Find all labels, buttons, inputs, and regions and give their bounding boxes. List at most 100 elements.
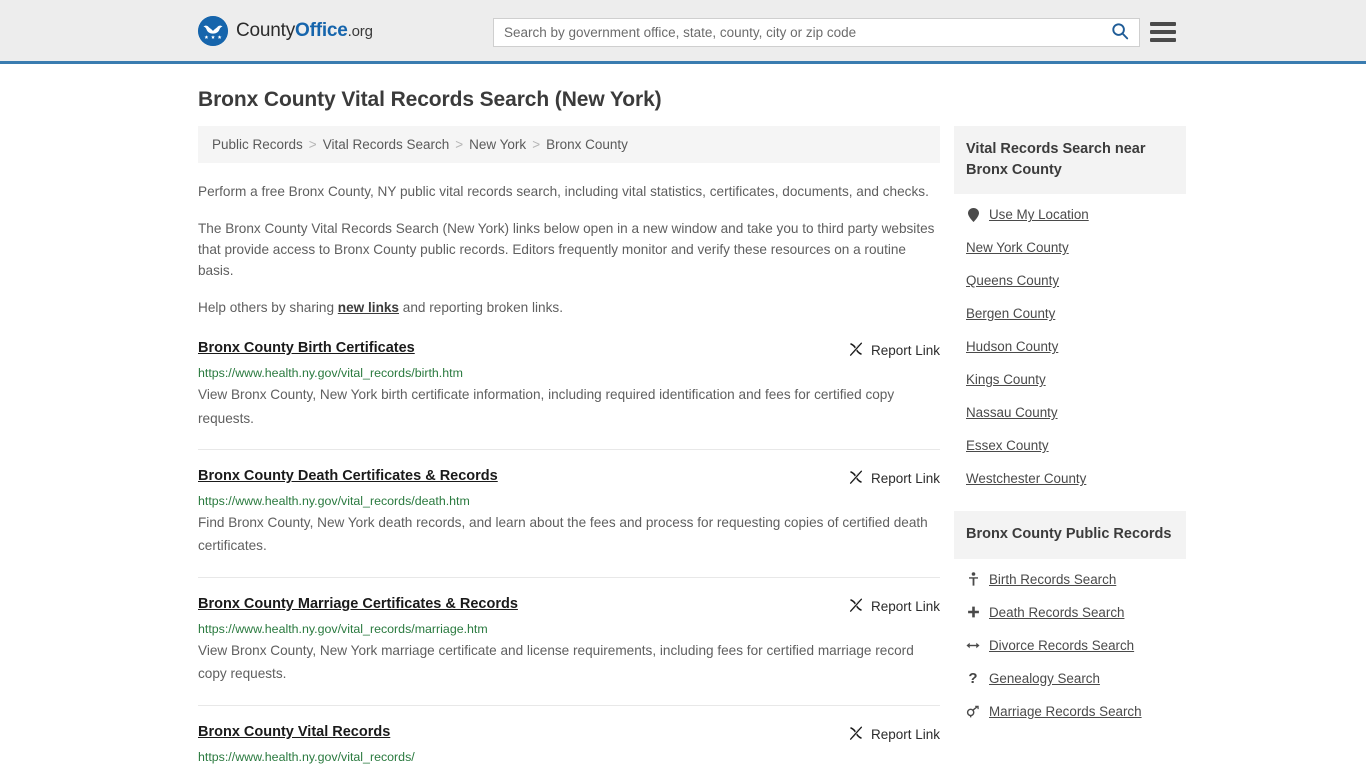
sidebar-item-genealogy-search[interactable]: ? Genealogy Search <box>954 662 1186 695</box>
result-item: Bronx County Death Certificates & Record… <box>198 468 940 578</box>
sidebar-item-use-my-location[interactable]: Use My Location <box>954 198 1186 231</box>
sidebar-link[interactable]: Queens County <box>966 273 1059 288</box>
result-header: Bronx County Birth Certificates Report L… <box>198 340 940 360</box>
brand-part-county: County <box>236 19 296 41</box>
mars-venus-icon <box>966 705 980 718</box>
breadcrumb: Public Records > Vital Records Search > … <box>198 126 940 163</box>
sidebar-item-birth-records-search[interactable]: Birth Records Search <box>954 563 1186 596</box>
result-url: https://www.health.ny.gov/vital_records/ <box>198 749 415 764</box>
sidebar: Vital Records Search near Bronx County U… <box>954 126 1186 734</box>
report-link-button[interactable]: Report Link <box>848 469 940 488</box>
report-link-button[interactable]: Report Link <box>848 725 940 744</box>
sidebar-nearby-list: Use My Location New York County Queens C… <box>954 194 1186 501</box>
page-title: Bronx County Vital Records Search (New Y… <box>198 88 662 111</box>
map-pin-icon <box>966 207 980 222</box>
intro-p3-before: Help others by sharing <box>198 300 338 316</box>
content-columns: Public Records > Vital Records Search > … <box>198 126 1186 768</box>
result-item: Bronx County Marriage Certificates & Rec… <box>198 596 940 706</box>
question-mark-icon: ? <box>968 669 978 687</box>
broken-link-icon <box>848 469 864 488</box>
result-header: Bronx County Death Certificates & Record… <box>198 468 940 488</box>
result-header: Bronx County Vital Records Report Link <box>198 724 940 744</box>
result-url: https://www.health.ny.gov/vital_records/… <box>198 621 488 636</box>
sidebar-link[interactable]: Bergen County <box>966 306 1055 321</box>
result-description: Find Bronx County, New York death record… <box>198 515 928 554</box>
sidebar-link[interactable]: Birth Records Search <box>989 572 1116 587</box>
hamburger-bar <box>1150 30 1176 34</box>
brand-part-office: Office <box>295 19 348 41</box>
search-button[interactable] <box>1101 19 1139 46</box>
intro-paragraph-2: The Bronx County Vital Records Search (N… <box>198 221 935 279</box>
sidebar-item-westchester-county[interactable]: Westchester County <box>954 462 1186 495</box>
report-link-label: Report Link <box>870 598 940 614</box>
result-url: https://www.health.ny.gov/vital_records/… <box>198 366 463 381</box>
result-title-link[interactable]: Bronx County Birth Certificates <box>198 340 415 356</box>
report-link-button[interactable]: Report Link <box>848 597 940 616</box>
sidebar-link[interactable]: Westchester County <box>966 471 1086 486</box>
broken-link-icon <box>848 341 864 360</box>
sidebar-item-nassau-county[interactable]: Nassau County <box>954 396 1186 429</box>
intro-text: Perform a free Bronx County, NY public v… <box>198 181 940 318</box>
result-title-link[interactable]: Bronx County Death Certificates & Record… <box>198 468 498 484</box>
sidebar-item-death-records-search[interactable]: Death Records Search <box>954 596 1186 629</box>
search-input[interactable] <box>494 19 1101 46</box>
hamburger-bar <box>1150 22 1176 26</box>
breadcrumb-item-public-records[interactable]: Public Records <box>212 137 303 152</box>
sidebar-nearby-box: Vital Records Search near Bronx County U… <box>954 126 1186 501</box>
result-description: View Bronx County, New York marriage cer… <box>198 642 914 682</box>
sidebar-item-marriage-records-search[interactable]: Marriage Records Search <box>954 695 1186 728</box>
intro-paragraph-1: Perform a free Bronx County, NY public v… <box>198 184 929 199</box>
intro-paragraph-3: Help others by sharing new links and rep… <box>198 297 940 318</box>
sidebar-item-hudson-county[interactable]: Hudson County <box>954 330 1186 363</box>
sidebar-public-records-heading: Bronx County Public Records <box>954 511 1186 559</box>
result-url: https://www.health.ny.gov/vital_records/… <box>198 494 470 509</box>
breadcrumb-item-new-york[interactable]: New York <box>469 137 526 152</box>
breadcrumb-item-vital-records-search[interactable]: Vital Records Search <box>323 137 450 152</box>
intro-p3-after: and reporting broken links. <box>399 300 563 316</box>
sidebar-link[interactable]: Essex County <box>966 438 1049 453</box>
hamburger-menu-icon[interactable] <box>1150 20 1176 44</box>
report-link-button[interactable]: Report Link <box>848 341 940 360</box>
result-item: Bronx County Vital Records Report Link h… <box>198 724 940 768</box>
sidebar-item-kings-county[interactable]: Kings County <box>954 363 1186 396</box>
sidebar-link[interactable]: Use My Location <box>989 207 1089 222</box>
breadcrumb-separator: > <box>532 137 541 152</box>
new-links-link[interactable]: new links <box>338 300 399 315</box>
sidebar-item-new-york-county[interactable]: New York County <box>954 231 1186 264</box>
result-description: View Bronx County, New York birth certif… <box>198 387 895 426</box>
site-logo[interactable]: CountyOffice.org <box>198 15 373 46</box>
result-title-link[interactable]: Bronx County Vital Records <box>198 724 390 740</box>
report-link-label: Report Link <box>870 726 940 742</box>
sidebar-item-essex-county[interactable]: Essex County <box>954 429 1186 462</box>
breadcrumb-item-bronx-county: Bronx County <box>546 137 628 152</box>
sidebar-item-bergen-county[interactable]: Bergen County <box>954 297 1186 330</box>
sidebar-item-divorce-records-search[interactable]: Divorce Records Search <box>954 629 1186 662</box>
sidebar-link[interactable]: Kings County <box>966 372 1046 387</box>
result-header: Bronx County Marriage Certificates & Rec… <box>198 596 940 616</box>
eagle-stars-logo-icon <box>198 15 228 46</box>
left-right-arrow-icon <box>966 640 980 651</box>
result-title-link[interactable]: Bronx County Marriage Certificates & Rec… <box>198 596 518 612</box>
breadcrumb-separator: > <box>455 137 464 152</box>
report-link-label: Report Link <box>870 343 940 359</box>
sidebar-public-records-list: Birth Records Search Death Records Searc… <box>954 559 1186 734</box>
broken-link-icon <box>848 597 864 616</box>
sidebar-link[interactable]: Hudson County <box>966 339 1058 354</box>
search-icon <box>1111 22 1129 43</box>
sidebar-link[interactable]: Marriage Records Search <box>989 704 1142 719</box>
search-bar[interactable] <box>493 18 1140 47</box>
breadcrumb-separator: > <box>308 137 317 152</box>
sidebar-link[interactable]: Nassau County <box>966 405 1058 420</box>
sidebar-nearby-heading: Vital Records Search near Bronx County <box>954 126 1186 195</box>
site-logo-text: CountyOffice.org <box>236 20 373 42</box>
baby-icon <box>966 572 980 586</box>
sidebar-link[interactable]: Genealogy Search <box>989 671 1100 686</box>
sidebar-link[interactable]: Divorce Records Search <box>989 638 1134 653</box>
results-list: Bronx County Birth Certificates Report L… <box>198 340 940 768</box>
hamburger-bar <box>1150 38 1176 42</box>
sidebar-item-queens-county[interactable]: Queens County <box>954 264 1186 297</box>
sidebar-link[interactable]: Death Records Search <box>989 605 1124 620</box>
report-link-label: Report Link <box>870 471 940 487</box>
result-item: Bronx County Birth Certificates Report L… <box>198 340 940 451</box>
sidebar-link[interactable]: New York County <box>966 240 1069 255</box>
